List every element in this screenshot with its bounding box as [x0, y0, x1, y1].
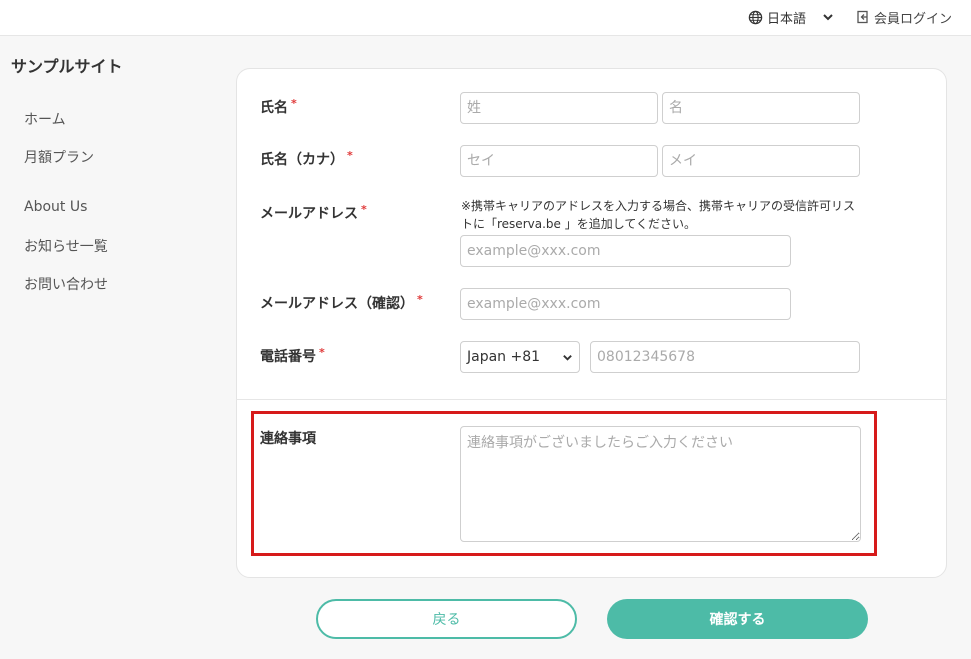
top-bar: 日本語 会員ログイン	[0, 0, 971, 36]
first-name-kana-input[interactable]	[662, 145, 860, 177]
first-name-input[interactable]	[662, 92, 860, 124]
country-code-value: Japan +81	[467, 349, 541, 365]
country-code-select[interactable]: Japan +81	[460, 341, 580, 373]
email-label: メールアドレス *	[260, 203, 367, 222]
email-input[interactable]	[460, 235, 791, 267]
confirm-button[interactable]: 確認する	[607, 599, 868, 639]
login-label: 会員ログイン	[874, 11, 953, 27]
login-icon	[857, 10, 868, 24]
required-mark: *	[347, 149, 353, 162]
required-mark: *	[361, 203, 367, 216]
highlight-box	[251, 411, 877, 556]
sidebar-item-monthly-plan[interactable]: 月額プラン	[24, 147, 94, 167]
last-name-input[interactable]	[460, 92, 658, 124]
sidebar-item-news[interactable]: お知らせ一覧	[24, 236, 108, 256]
chevron-down-icon	[563, 355, 572, 361]
back-button[interactable]: 戻る	[316, 599, 577, 639]
sidebar-item-contact[interactable]: お問い合わせ	[24, 274, 108, 294]
name-label: 氏名 *	[260, 97, 297, 116]
phone-input[interactable]	[590, 341, 860, 373]
member-login-link[interactable]: 会員ログイン	[856, 7, 952, 27]
last-name-kana-input[interactable]	[460, 145, 658, 177]
required-mark: *	[417, 293, 423, 306]
required-mark: *	[291, 97, 297, 110]
email-note: ※携帯キャリアのアドレスを入力する場合、携帯キャリアの受信許可リストに「rese…	[461, 199, 856, 231]
required-mark: *	[319, 346, 325, 359]
sidebar-item-home[interactable]: ホーム	[24, 109, 66, 129]
email-confirm-label: メールアドレス（確認） *	[260, 293, 423, 312]
sidebar-item-about-us[interactable]: About Us	[24, 199, 87, 215]
chevron-down-icon	[823, 14, 833, 21]
phone-label: 電話番号 *	[260, 346, 325, 365]
language-selector[interactable]: 日本語	[748, 7, 834, 27]
email-confirm-input[interactable]	[460, 288, 791, 320]
site-title[interactable]: サンプルサイト	[11, 53, 123, 77]
globe-icon	[748, 10, 763, 24]
language-label: 日本語	[767, 11, 807, 27]
name-kana-label: 氏名（カナ） *	[260, 149, 353, 168]
section-divider	[236, 399, 947, 400]
